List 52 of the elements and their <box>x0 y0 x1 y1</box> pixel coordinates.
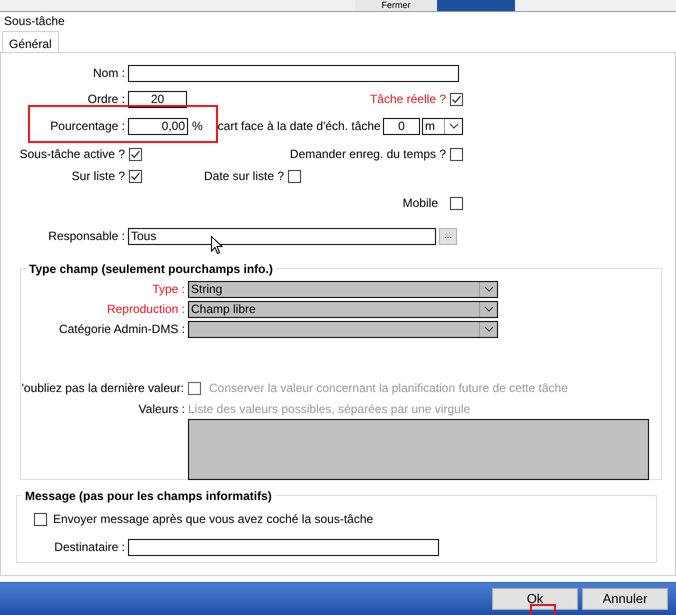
field-label: Pourcentage : <box>49 118 126 135</box>
group-title: Message (pas pour les champs informatifs) <box>22 488 275 504</box>
chevron-icon <box>484 306 494 312</box>
chevron-icon <box>484 326 494 332</box>
dialog-button[interactable]: Annuler <box>582 588 668 610</box>
field-label: Catégorie Admin-DMS : <box>58 321 186 338</box>
dropdown-field[interactable]: String <box>188 280 498 298</box>
browse-button[interactable]: ... <box>439 228 457 244</box>
field-label: Ordre : <box>86 91 126 108</box>
checkbox[interactable] <box>450 148 463 160</box>
field-label: Responsable : <box>47 228 126 245</box>
field-label: Tâche réelle ? <box>370 92 446 106</box>
offset-field[interactable]: 0 <box>383 118 420 134</box>
checkbox[interactable] <box>450 92 463 106</box>
mouse-pointer-icon <box>211 236 223 255</box>
checkbox[interactable] <box>288 170 302 182</box>
name-field[interactable] <box>128 64 459 82</box>
percentage-field[interactable]: 0,00 <box>128 118 188 134</box>
dropdown-field[interactable] <box>188 320 498 338</box>
field-label: Sous-tâche active ? <box>18 146 126 163</box>
field-label: Reproduction : <box>106 301 186 318</box>
recipient-field[interactable] <box>128 538 439 556</box>
dialog-title: Sous-tâche <box>4 14 65 28</box>
chevron-icon <box>448 123 458 129</box>
chevron-icon <box>484 286 494 292</box>
group-title: Type champ (seulement pourchamps info.) <box>26 261 276 277</box>
checkbox[interactable] <box>129 148 142 160</box>
checkbox[interactable] <box>34 512 47 526</box>
field-label: Destinataire : <box>53 539 126 556</box>
option-text: Envoyer message après que vous avez coché la sous-tâche <box>53 511 374 528</box>
tab[interactable]: Général <box>2 31 59 52</box>
unit-label: % <box>192 118 203 135</box>
checkbox[interactable] <box>129 170 142 182</box>
field-label: Mobile <box>402 195 438 212</box>
field-label: Type : <box>151 281 186 298</box>
field-label: Sur liste ? <box>70 168 126 185</box>
hint-text: Liste des valeurs possibles, séparées par une virgule <box>188 401 470 418</box>
field-label: cart face à la date d'éch. tâche <box>218 118 381 135</box>
field-label: Valeurs : <box>138 401 186 418</box>
dialog-button[interactable]: Ok <box>492 588 578 610</box>
values-textarea[interactable] <box>188 419 649 480</box>
responsible-field[interactable]: Tous <box>128 228 436 244</box>
background-button[interactable]: Fermer <box>355 0 437 11</box>
checkbox[interactable] <box>450 196 463 210</box>
highlight-frame <box>530 604 556 615</box>
field-label: Nom : <box>92 65 126 82</box>
field-label: Demander enreg. du temps ? <box>290 146 446 163</box>
option-text: Conserver la valeur concernant la planification future de cette tâche <box>209 380 568 397</box>
field-label: 'oubliez pas la dernière valeur: <box>21 380 185 397</box>
dropdown-field[interactable]: Champ libre <box>188 300 498 318</box>
field-label: Date sur liste ? <box>204 168 284 185</box>
dropdown-field[interactable]: m <box>422 118 463 134</box>
